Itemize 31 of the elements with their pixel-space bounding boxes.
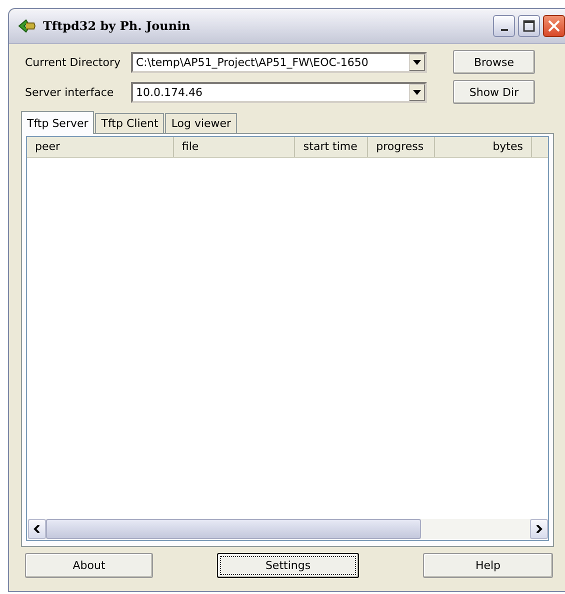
side-button[interactable]: Show Dir — [453, 80, 535, 104]
column-header[interactable]: start time — [295, 137, 368, 157]
scroll-left-button[interactable] — [28, 519, 46, 539]
tab[interactable]: Tftp Server — [21, 111, 94, 134]
minimize-button[interactable] — [493, 15, 515, 37]
combo-box[interactable]: 10.0.174.46 — [131, 82, 427, 102]
close-button[interactable] — [543, 15, 565, 37]
column-header[interactable]: progress — [368, 137, 435, 157]
column-header[interactable]: peer — [27, 137, 174, 157]
maximize-button[interactable] — [518, 15, 540, 37]
column-header[interactable]: bytes — [434, 137, 532, 157]
combo-box[interactable]: C:\temp\AP51_Project\AP51_FW\EOC-1650 — [131, 52, 427, 72]
horizontal-scrollbar[interactable] — [28, 519, 548, 539]
dropdown-arrow-icon — [413, 60, 421, 64]
tab[interactable]: Tftp Client — [95, 113, 164, 133]
dialog-button[interactable]: Help — [423, 553, 553, 578]
window-title: Tftpd32 by Ph. Jounin — [43, 19, 192, 33]
minimize-icon — [500, 29, 508, 31]
side-button[interactable]: Browse — [453, 50, 535, 74]
field-label: Server interface — [25, 86, 115, 98]
tab[interactable]: Log viewer — [165, 113, 238, 133]
maximize-icon — [523, 20, 535, 32]
field-label: Current Directory — [25, 56, 122, 68]
column-header[interactable]: file — [174, 137, 296, 157]
scroll-right-button[interactable] — [530, 519, 548, 539]
dialog-button[interactable]: Settings — [217, 553, 359, 578]
dialog-button[interactable]: About — [25, 553, 153, 578]
app-icon — [17, 18, 37, 34]
dropdown-arrow-icon — [413, 90, 421, 94]
scroll-thumb[interactable] — [46, 519, 421, 539]
close-icon — [548, 20, 560, 32]
